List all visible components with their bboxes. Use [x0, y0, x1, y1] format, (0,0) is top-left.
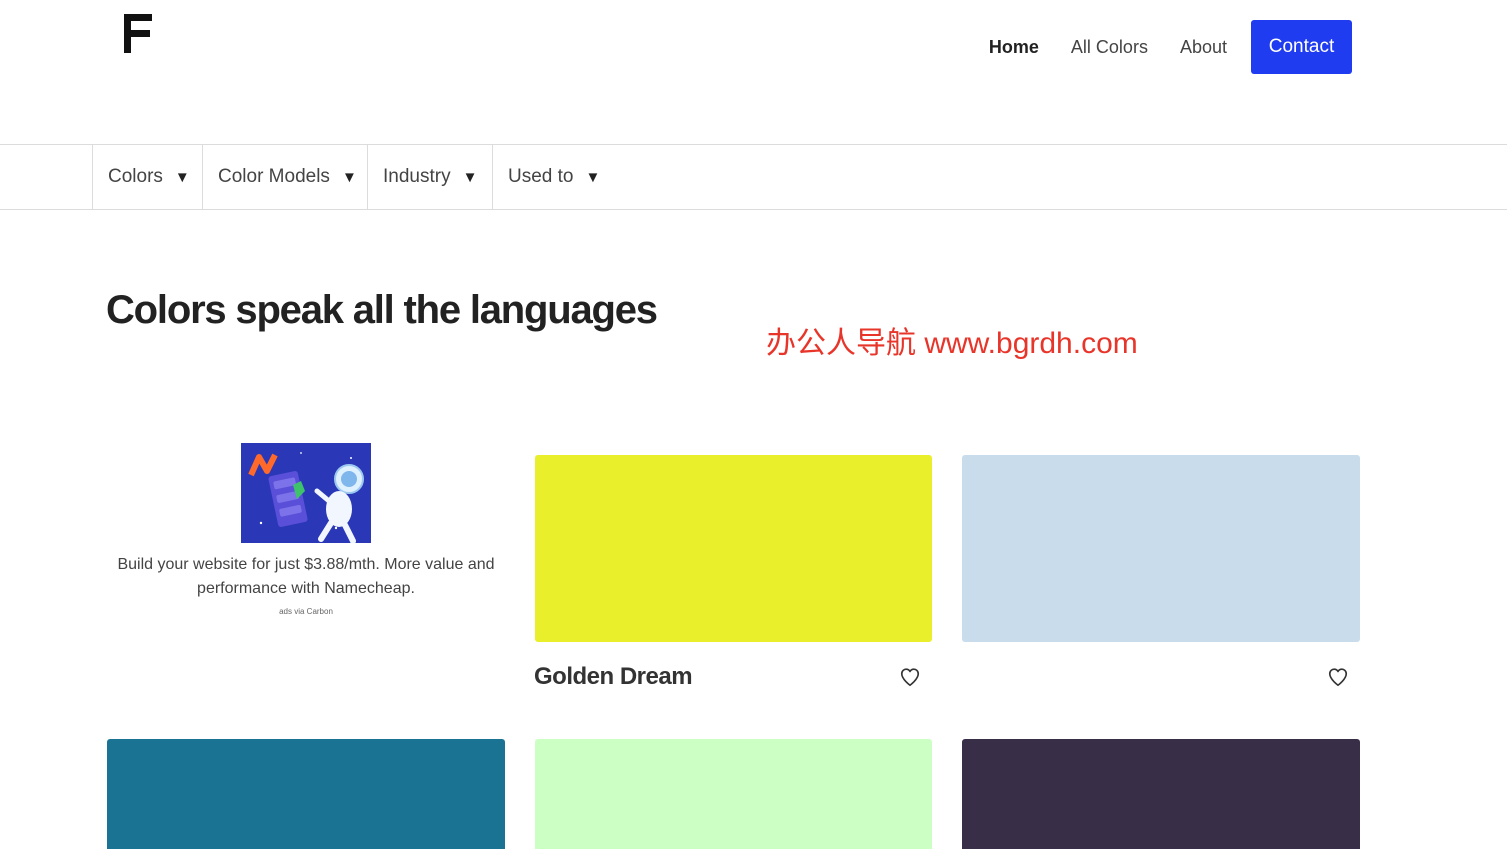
color-swatch[interactable]: [962, 739, 1360, 849]
ad-text[interactable]: Build your website for just $3.88/mth. M…: [107, 553, 505, 601]
watermark-text: 办公人导航 www.bgrdh.com: [766, 327, 1138, 360]
category-dropdown-colors[interactable]: Colors ▼: [92, 145, 203, 209]
page-title: Colors speak all the languages: [106, 288, 658, 332]
site-logo[interactable]: [122, 14, 152, 54]
heart-icon[interactable]: [1327, 666, 1349, 688]
category-dropdown-color-models[interactable]: Color Models ▼: [202, 145, 368, 209]
category-dropdown-used-to[interactable]: Used to ▼: [492, 145, 617, 209]
nav-about-link[interactable]: About: [1180, 37, 1227, 58]
heart-icon[interactable]: [899, 666, 921, 688]
color-swatch[interactable]: [535, 739, 932, 849]
color-swatch[interactable]: [535, 455, 932, 642]
category-label: Industry: [383, 166, 451, 187]
category-nav: Colors ▼ Color Models ▼ Industry ▼ Used …: [0, 144, 1507, 210]
caret-down-icon: ▼: [462, 168, 478, 186]
category-label: Color Models: [218, 166, 330, 187]
contact-button[interactable]: Contact: [1251, 20, 1352, 74]
nav-all-colors-link[interactable]: All Colors: [1071, 37, 1148, 58]
caret-down-icon: ▼: [341, 168, 357, 186]
logo-mark-middle: [124, 30, 150, 37]
ad-image[interactable]: [241, 443, 371, 543]
carbon-ad[interactable]: Build your website for just $3.88/mth. M…: [107, 443, 505, 616]
caret-down-icon: ▼: [174, 168, 190, 186]
nav-home-link[interactable]: Home: [989, 37, 1039, 58]
category-dropdown-industry[interactable]: Industry ▼: [367, 145, 493, 209]
caret-down-icon: ▼: [585, 168, 601, 186]
color-card-title[interactable]: Golden Dream: [534, 663, 693, 691]
category-label: Colors: [108, 166, 163, 187]
color-swatch[interactable]: [962, 455, 1360, 642]
category-label: Used to: [508, 166, 574, 187]
color-swatch[interactable]: [107, 739, 505, 849]
top-nav: Home All Colors About Contact: [989, 20, 1352, 74]
ad-via-link[interactable]: ads via Carbon: [107, 607, 505, 616]
